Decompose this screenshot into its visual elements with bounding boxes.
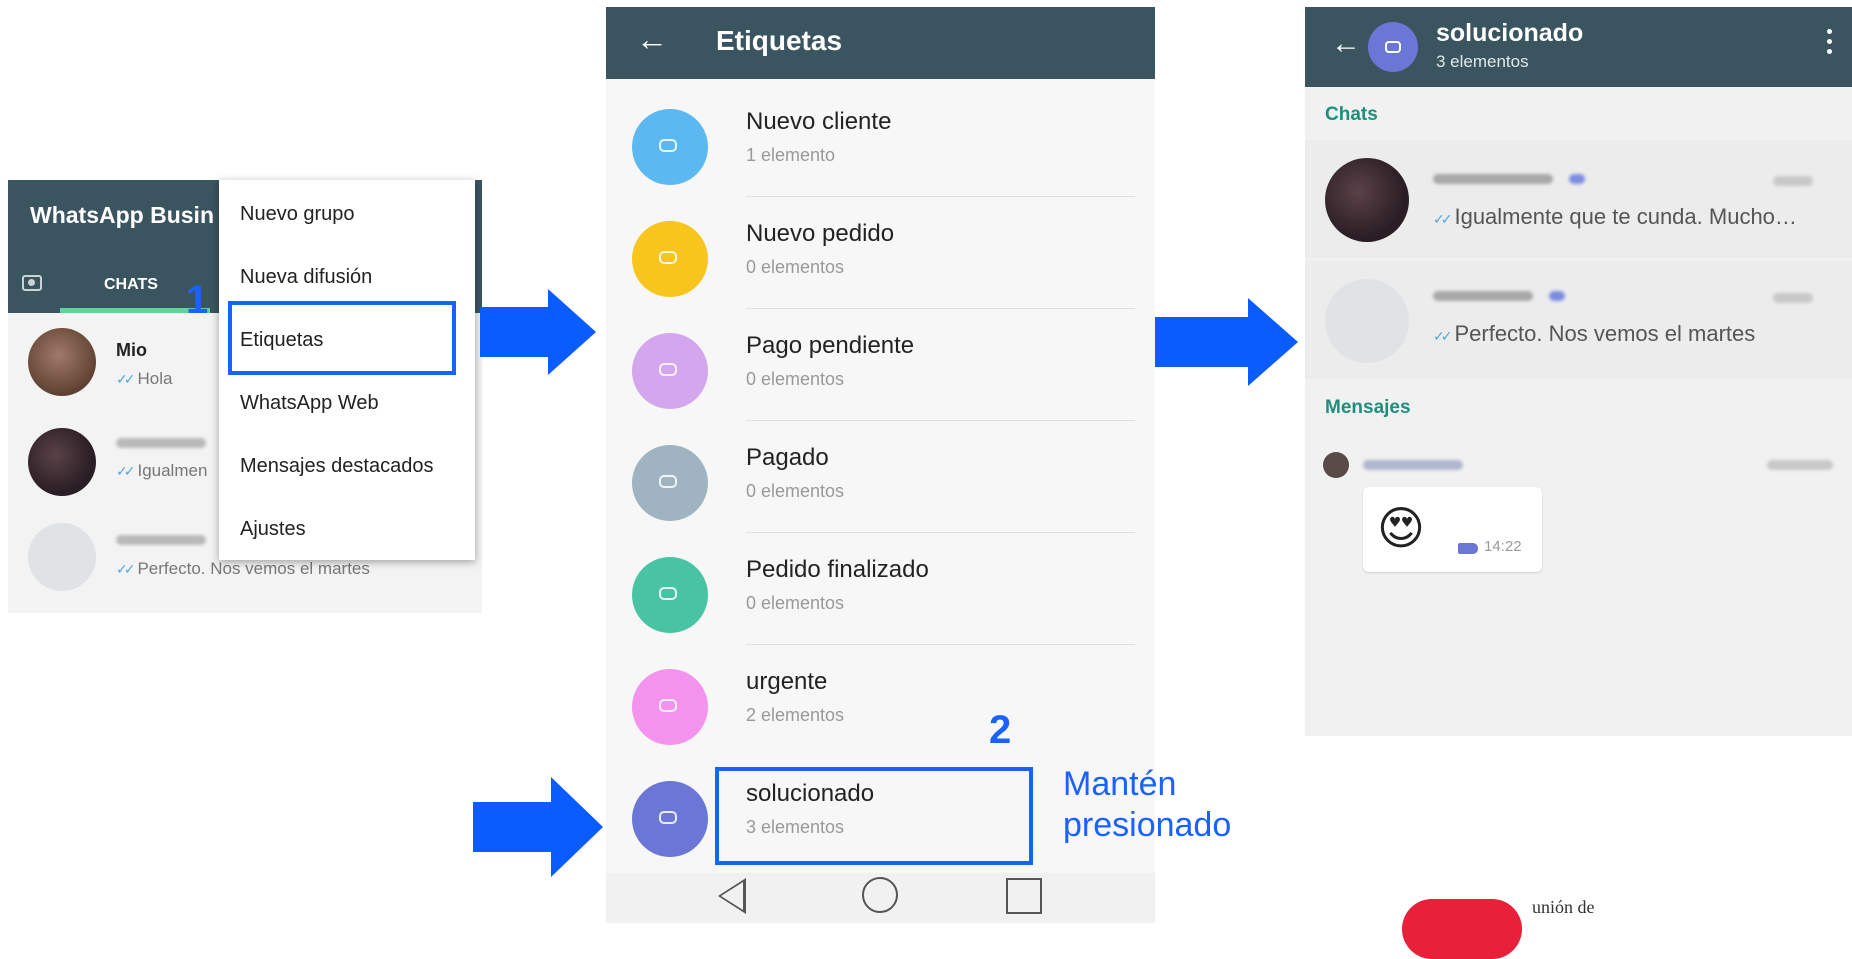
label-name: Nuevo pedido — [746, 220, 895, 247]
step-number-1: 1 — [186, 278, 209, 322]
chat-preview: ✓✓ Igualmente que te cunda. Mucho… — [1433, 204, 1797, 230]
chat-message: Igualmen — [137, 461, 208, 480]
page-title: Etiquetas — [716, 25, 843, 56]
label-row-nuevo-pedido[interactable]: Nuevo pedido 0 elementos — [606, 197, 1155, 309]
double-check-icon: ✓✓ — [1433, 211, 1453, 227]
label-count: 1 elemento — [746, 145, 836, 165]
double-check-icon: ✓✓ — [116, 371, 136, 387]
blurred-contact-name — [1433, 174, 1553, 184]
label-count: 0 elementos — [746, 593, 845, 613]
label-tag-icon — [1458, 543, 1478, 554]
avatar — [1325, 158, 1409, 242]
label-count: 0 elementos — [746, 481, 845, 501]
default-avatar-icon — [28, 523, 96, 591]
label-name: urgente — [746, 668, 828, 695]
default-avatar-icon — [1325, 279, 1409, 363]
label-name: Nuevo cliente — [746, 108, 892, 135]
label-icon — [632, 557, 708, 633]
double-check-icon: ✓✓ — [116, 463, 136, 479]
chat-message: Hola — [137, 369, 173, 388]
section-header-chats: Chats — [1325, 104, 1378, 125]
label-row-urgente[interactable]: urgente 2 elementos — [606, 645, 1155, 757]
menu-item-whatsapp-web[interactable]: WhatsApp Web — [240, 392, 379, 415]
chat-message: Perfecto. Nos vemos el martes — [1454, 321, 1756, 346]
page-subtitle: 3 elementos — [1436, 52, 1529, 71]
heart-eyes-emoji-icon: 😍 — [1377, 502, 1425, 554]
label-badge — [1569, 174, 1585, 184]
label-name: Pagado — [746, 444, 829, 471]
chat-row[interactable]: ✓✓ Igualmente que te cunda. Mucho… — [1305, 140, 1852, 258]
nav-recents-icon[interactable] — [1006, 878, 1042, 914]
label-icon — [632, 333, 708, 409]
label-row-pedido-finalizado[interactable]: Pedido finalizado 0 elementos — [606, 533, 1155, 645]
logo-text: unión de — [1532, 897, 1595, 917]
label-icon — [632, 109, 708, 185]
menu-item-nueva-difusion[interactable]: Nueva difusión — [240, 266, 372, 289]
back-arrow-icon[interactable]: ← — [1331, 27, 1361, 61]
label-icon — [632, 221, 708, 297]
double-check-icon: ✓✓ — [116, 561, 136, 577]
label-icon — [632, 445, 708, 521]
label-icon — [1368, 22, 1418, 72]
app-title: WhatsApp Busin — [30, 202, 214, 228]
message-time: 14:22 — [1484, 538, 1522, 555]
blurred-date — [1767, 460, 1833, 470]
nav-home-icon[interactable] — [862, 877, 898, 913]
label-row-nuevo-cliente[interactable]: Nuevo cliente 1 elemento — [606, 85, 1155, 197]
chat-message: Igualmente que te cunda. Mucho… — [1454, 204, 1797, 229]
label-badge — [1549, 291, 1565, 301]
arrow-right-icon — [473, 777, 603, 877]
chat-preview: ✓✓ Igualmen — [116, 461, 207, 481]
page-title: solucionado — [1436, 19, 1584, 47]
label-name: Pedido finalizado — [746, 556, 929, 583]
label-count: 0 elementos — [746, 257, 845, 277]
instruction-line: presionado — [1063, 806, 1232, 844]
menu-item-nuevo-grupo[interactable]: Nuevo grupo — [240, 203, 355, 226]
solucionado-label-screen: ← solucionado 3 elementos Chats ✓✓ Igualm… — [1305, 7, 1852, 736]
blurred-time — [1773, 176, 1813, 186]
arrow-right-icon — [1154, 298, 1298, 386]
label-icon — [632, 781, 708, 857]
chat-preview: ✓✓ Perfecto. Nos vemos el martes — [1433, 321, 1755, 347]
avatar — [1323, 452, 1349, 478]
camera-icon[interactable] — [22, 275, 42, 291]
chat-row[interactable]: ✓✓ Perfecto. Nos vemos el martes — [1305, 261, 1852, 379]
label-count: 2 elementos — [746, 705, 845, 725]
blurred-time — [1773, 293, 1813, 303]
chat-preview: ✓✓ Hola — [116, 369, 172, 389]
label-count: 0 elementos — [746, 369, 845, 389]
label-icon — [632, 669, 708, 745]
menu-item-ajustes[interactable]: Ajustes — [240, 518, 306, 541]
arrow-right-icon — [480, 289, 596, 375]
section-header-mensajes: Mensajes — [1325, 397, 1411, 418]
android-nav-bar — [606, 873, 1155, 923]
union-logo — [1402, 899, 1522, 959]
label-row-pagado[interactable]: Pagado 0 elementos — [606, 421, 1155, 533]
highlight-box-solucionado — [715, 767, 1033, 865]
blurred-contact-name — [116, 438, 206, 448]
more-options-icon[interactable] — [1827, 29, 1833, 59]
step-number-2: 2 — [989, 708, 1012, 752]
app-header: ← Etiquetas — [606, 7, 1155, 79]
avatar — [28, 428, 96, 496]
label-row-pago-pendiente[interactable]: Pago pendiente 0 elementos — [606, 309, 1155, 421]
chat-message: Perfecto. Nos vemos el martes — [137, 559, 370, 578]
tab-chats[interactable]: CHATS — [104, 276, 158, 294]
menu-item-mensajes-destacados[interactable]: Mensajes destacados — [240, 455, 433, 478]
chat-name: Mio — [116, 340, 147, 360]
instruction-line: Mantén — [1063, 765, 1177, 803]
back-arrow-icon[interactable]: ← — [636, 21, 668, 58]
nav-back-icon[interactable] — [718, 878, 746, 914]
blurred-contact-name — [1433, 291, 1533, 301]
blurred-sender — [1363, 460, 1463, 470]
instruction-text: Mantén presionado — [1063, 764, 1263, 846]
highlight-box-etiquetas — [228, 301, 456, 375]
chat-preview: ✓✓ Perfecto. Nos vemos el martes — [116, 559, 370, 579]
avatar — [28, 328, 96, 396]
app-header: ← solucionado 3 elementos — [1305, 7, 1852, 87]
double-check-icon: ✓✓ — [1433, 328, 1453, 344]
label-name: Pago pendiente — [746, 332, 915, 359]
blurred-contact-name — [116, 535, 206, 545]
